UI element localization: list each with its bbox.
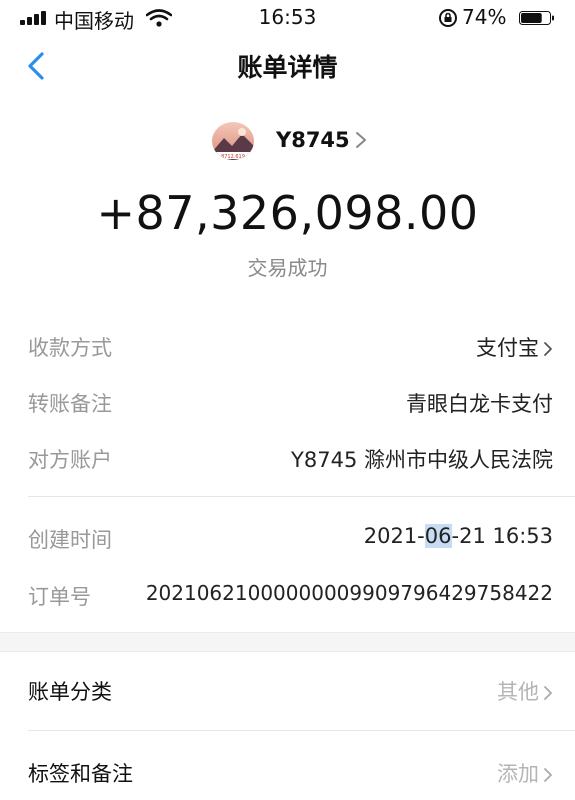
tags-notes-label: 标签和备注 [28, 762, 133, 786]
transaction-status: 交易成功 [247, 256, 328, 280]
rotation-lock-icon [439, 9, 457, 27]
created-time-value: 2021-06-21 16:53 [363, 524, 553, 548]
section-separator [0, 632, 575, 652]
battery-percent: 74% [462, 5, 507, 29]
detail-row-counterparty: 对方账户 Y8745 滁州市中级人民法院 [28, 438, 553, 478]
page-title: 账单详情 [237, 53, 338, 82]
chevron-right-icon [544, 342, 552, 356]
chevron-right-icon [544, 686, 552, 700]
transaction-amount: +87,326,098.00 [96, 186, 479, 240]
detail-label: 收款方式 [28, 336, 112, 360]
payee-header[interactable]: 8712.619 Y8745 [0, 120, 575, 162]
detail-row-order-number: 订单号 20210621000000009909796429758422 [28, 575, 553, 615]
chevron-right-icon [544, 768, 552, 782]
tags-notes-value: 添加 [497, 758, 553, 788]
detail-label: 对方账户 [28, 448, 112, 472]
detail-row-transfer-note: 转账备注 青眼白龙卡支付 [28, 382, 553, 422]
payee-name: Y8745 [276, 128, 350, 152]
avatar-caption: 8712.619 [221, 154, 245, 160]
detail-value: 青眼白龙卡支付 [406, 392, 553, 416]
detail-value: Y8745 滁州市中级人民法院 [291, 448, 553, 472]
bill-category-row[interactable]: 账单分类 其他 [28, 670, 553, 710]
bill-category-label: 账单分类 [28, 680, 112, 704]
detail-label: 订单号 [28, 585, 91, 609]
divider [28, 730, 575, 731]
detail-value: 支付宝 [476, 332, 553, 362]
divider [28, 496, 575, 497]
chevron-right-icon [356, 132, 366, 148]
status-bar: 中国移动 16:53 74% [0, 0, 575, 36]
detail-row-created-time: 创建时间 2021-06-21 16:53 [28, 518, 553, 558]
avatar: 8712.619 [212, 122, 254, 160]
detail-label: 转账备注 [28, 392, 112, 416]
tags-notes-row[interactable]: 标签和备注 添加 [28, 752, 553, 792]
detail-label: 创建时间 [28, 528, 112, 552]
detail-row-payment-method[interactable]: 收款方式 支付宝 [28, 326, 553, 366]
selected-text: 06 [424, 524, 452, 548]
battery-icon [519, 11, 554, 25]
order-number-value: 20210621000000009909796429758422 [145, 581, 553, 605]
bill-category-value: 其他 [497, 676, 553, 706]
nav-bar: 账单详情 [0, 36, 575, 96]
